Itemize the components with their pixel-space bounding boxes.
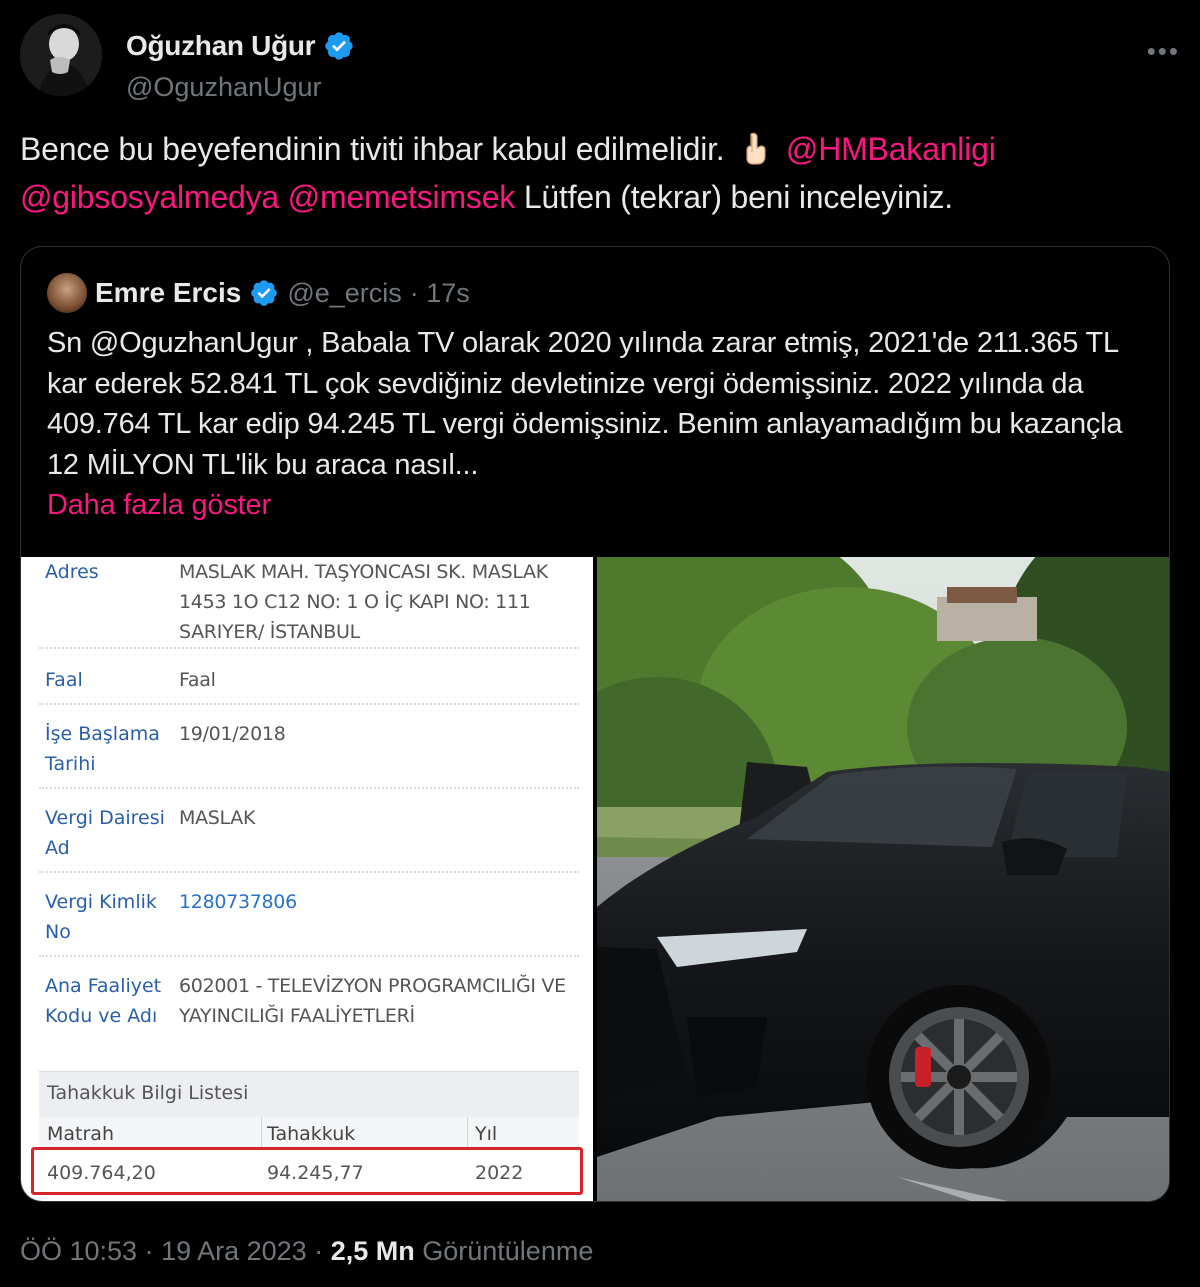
doc-value: 1280737806 [179,891,297,913]
doc-label: Adres [45,561,99,583]
cell-tahakkuk: 94.245,77 [267,1162,364,1184]
tweet-text-part-1: Bence bu beyefendinin tiviti ihbar kabul… [20,131,725,167]
doc-row-ise-baslama: İşe Başlama Tarihi 19/01/2018 [39,719,579,789]
tweet-timestamp[interactable]: ÖÖ 10:53 · 19 Ara 2023 · [20,1236,323,1266]
tweet-text: Bence bu beyefendinin tiviti ihbar kabul… [20,125,1180,221]
mention-gibsosyalmedya[interactable]: @gibsosyalmedya [20,179,279,215]
highlighted-table-row: 409.764,20 94.245,77 2022 [31,1147,583,1195]
view-count-label: Görüntülenme [422,1236,594,1266]
column-header-yil: Yıl [475,1123,498,1145]
doc-row-faal: Faal Faal [39,665,579,705]
quoted-author-avatar[interactable] [47,273,87,313]
quoted-author-handle[interactable]: @e_ercis [287,278,401,309]
column-header-tahakkuk: Tahakkuk [267,1123,356,1145]
verified-badge-icon [325,32,353,60]
tweet-footer: ÖÖ 10:53 · 19 Ara 2023 · 2,5 Mn Görüntül… [20,1236,593,1267]
quoted-tweet-body: Sn @OguzhanUgur , Babala TV olarak 2020 … [47,327,1123,481]
mention-hmbakanligi[interactable]: @HMBakanligi [786,131,996,167]
tahakkuk-section: Tahakkuk Bilgi Listesi [39,1071,579,1117]
tahakkuk-table-header: Matrah Tahakkuk Yıl [39,1117,579,1147]
doc-label: Faal [45,669,83,691]
tweet-text-part-2: Lütfen (tekrar) beni inceleyiniz. [523,179,953,215]
verified-badge-icon [251,280,278,306]
cell-yil: 2022 [475,1162,524,1184]
quoted-tweet-text: Sn @OguzhanUgur , Babala TV olarak 2020 … [47,323,1147,526]
view-count: 2,5 Mn [330,1236,415,1266]
author-avatar[interactable] [20,14,102,96]
doc-label: Ana Faaliyet Kodu ve Adı [45,975,162,1027]
show-more-link[interactable]: Daha fazla göster [47,489,271,521]
author-name-text[interactable]: Oğuzhan Uğur [126,30,316,62]
doc-label: Vergi Kimlik No [45,891,157,943]
doc-value: Faal [179,669,216,691]
cell-matrah: 409.764,20 [47,1162,156,1184]
mention-memetsimsek[interactable]: @memetsimsek [288,179,516,215]
quoted-tweet-time[interactable]: · 17s [410,278,470,309]
author-name[interactable]: Oğuzhan Uğur [126,30,355,62]
doc-value: 19/01/2018 [179,723,286,745]
tahakkuk-title: Tahakkuk Bilgi Listesi [47,1082,249,1104]
doc-row-vergi-dairesi: Vergi Dairesi Ad MASLAK [39,803,579,873]
column-header-matrah: Matrah [47,1123,114,1145]
car-photo[interactable] [597,557,1169,1201]
tweet-header: Oğuzhan Uğur @OguzhanUgur ••• [20,14,1180,103]
quoted-tweet[interactable]: Emre Ercis @e_ercis · 17s Sn @OguzhanUgu… [20,246,1170,1202]
doc-value: MASLAK [179,807,256,829]
author-handle[interactable]: @OguzhanUgur [126,72,322,103]
doc-row-ana-faaliyet: Ana Faaliyet Kodu ve Adı 602001 - TELEVİ… [39,971,579,1045]
quoted-tweet-media[interactable]: Adres MASLAK MAH. TAŞYONCASI SK. MASLAK … [21,557,1169,1201]
pointing-down-emoji-icon [746,132,766,165]
doc-row-adres: Adres MASLAK MAH. TAŞYONCASI SK. MASLAK … [39,557,579,649]
tax-record-image[interactable]: Adres MASLAK MAH. TAŞYONCASI SK. MASLAK … [21,557,593,1201]
doc-value: 602001 - TELEVİZYON PROGRAMCILIĞI VE YAY… [179,975,566,1027]
quoted-tweet-header: Emre Ercis @e_ercis · 17s [47,273,470,313]
doc-label: Vergi Dairesi Ad [45,807,165,859]
quoted-author-name[interactable]: Emre Ercis [95,277,241,309]
doc-row-vergi-kimlik: Vergi Kimlik No 1280737806 [39,887,579,957]
doc-value: MASLAK MAH. TAŞYONCASI SK. MASLAK 1453 1… [179,561,548,643]
more-options-icon[interactable]: ••• [1147,36,1180,67]
doc-label: İşe Başlama Tarihi [45,723,160,775]
